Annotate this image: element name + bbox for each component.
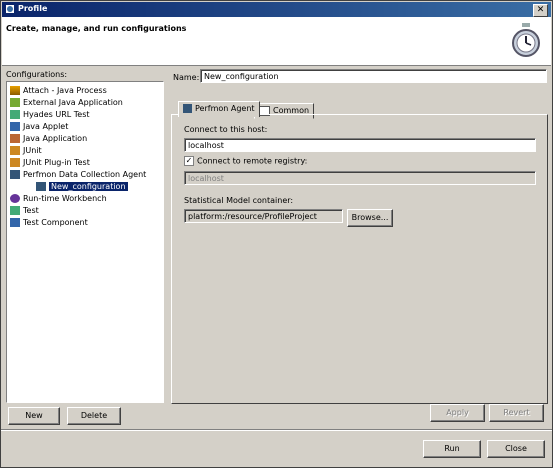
url-test-icon (10, 110, 20, 119)
junit-plugin-icon (10, 158, 20, 167)
window-title: Profile (18, 4, 48, 13)
tree-item-external-java-application[interactable]: External Java Application (10, 97, 123, 108)
configurations-label: Configurations: (6, 70, 68, 79)
junit-icon (10, 146, 20, 155)
container-input: platform:/resource/ProfileProject (184, 209, 343, 223)
tree-item-junit[interactable]: JUnit (10, 145, 42, 156)
revert-button[interactable]: Revert (489, 404, 544, 422)
java-app-icon (10, 134, 20, 143)
perfmon-agent-panel: Connect to this host: localhost ✓ Connect… (171, 114, 548, 404)
tree-item-new-configuration[interactable]: New_configuration (36, 181, 128, 192)
test-component-icon (10, 218, 20, 227)
close-button[interactable]: Close (487, 440, 545, 458)
tree-item-attach-java-process[interactable]: Attach - Java Process (10, 85, 107, 96)
tree-item-java-applet[interactable]: Java Applet (10, 121, 68, 132)
applet-icon (10, 122, 20, 131)
external-app-icon (10, 98, 20, 107)
configurations-tree[interactable]: Attach - Java Process External Java Appl… (6, 81, 164, 403)
host-input[interactable]: localhost (184, 138, 536, 152)
perfmon-config-icon (36, 182, 46, 191)
tree-item-java-application[interactable]: Java Application (10, 133, 87, 144)
test-icon (10, 206, 20, 215)
perfmon-tab-icon (183, 104, 192, 113)
profile-dialog: Profile ✕ Create, manage, and run config… (0, 0, 553, 468)
stopwatch-icon (512, 23, 540, 57)
close-window-button[interactable]: ✕ (533, 4, 548, 17)
tree-item-perfmon-data-collection-agent[interactable]: Perfmon Data Collection Agent (10, 169, 146, 180)
title-bar[interactable]: Profile ✕ (2, 2, 551, 17)
workbench-icon (10, 194, 20, 203)
new-button[interactable]: New (8, 407, 60, 425)
apply-button[interactable]: Apply (430, 404, 485, 422)
browse-button[interactable]: Browse... (347, 209, 393, 227)
close-icon: ✕ (536, 5, 545, 15)
dialog-banner: Create, manage, and run configurations (2, 17, 551, 66)
tree-item-junit-plugin-test[interactable]: JUnit Plug-in Test (10, 157, 90, 168)
footer-separator (1, 429, 552, 431)
tab-perfmon-agent[interactable]: Perfmon Agent (178, 101, 260, 117)
perfmon-icon (10, 170, 20, 179)
registry-input: localhost (184, 171, 536, 185)
tree-item-run-time-workbench[interactable]: Run-time Workbench (10, 193, 107, 204)
tree-item-test[interactable]: Test (10, 205, 39, 216)
container-label: Statistical Model container: (184, 196, 294, 205)
remote-registry-checkbox[interactable]: ✓ Connect to remote registry: (184, 156, 307, 166)
name-input[interactable]: New_configuration (200, 69, 547, 83)
host-label: Connect to this host: (184, 125, 268, 134)
attach-icon (10, 86, 20, 95)
run-button[interactable]: Run (423, 440, 481, 458)
tree-item-hyades-url-test[interactable]: Hyades URL Test (10, 109, 90, 120)
name-label: Name: (173, 73, 200, 82)
tree-item-test-component[interactable]: Test Component (10, 217, 88, 228)
banner-heading: Create, manage, and run configurations (6, 24, 187, 33)
profile-window-icon (6, 5, 14, 13)
delete-button[interactable]: Delete (67, 407, 121, 425)
checkbox-check-icon: ✓ (184, 156, 194, 166)
